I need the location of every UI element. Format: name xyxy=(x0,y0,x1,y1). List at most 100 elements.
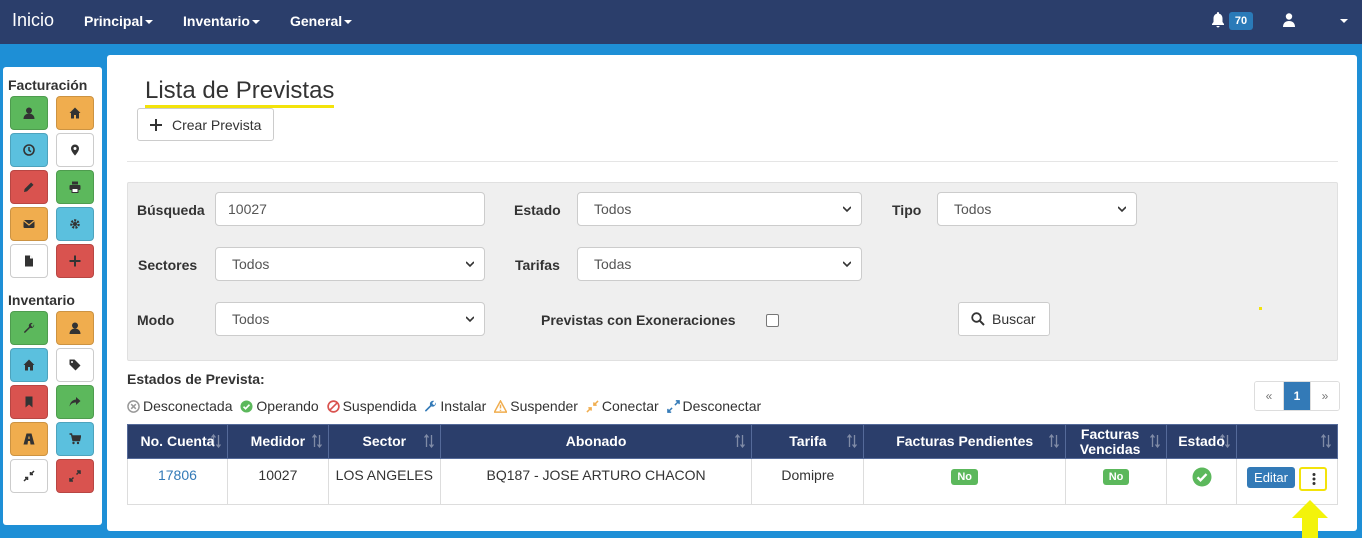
sectores-select[interactable]: Todos xyxy=(215,247,485,281)
sidebar-button-home[interactable] xyxy=(56,96,94,130)
tag-icon xyxy=(69,359,81,371)
pagination-page-1[interactable]: 1 xyxy=(1283,382,1311,410)
check-circle-icon xyxy=(1192,467,1212,487)
cuenta-link[interactable]: 17806 xyxy=(158,467,197,483)
pagination-prev[interactable]: « xyxy=(1255,382,1283,410)
sidebar-button-user[interactable] xyxy=(10,96,48,130)
chevron-down-icon xyxy=(1118,206,1126,213)
cell-abonado: BQ187 - JOSE ARTURO CHACON xyxy=(439,458,753,505)
cell-actions: Editar xyxy=(1236,458,1338,505)
sidebar-button-tag[interactable] xyxy=(56,348,94,382)
sidebar-button-map-marker[interactable] xyxy=(56,133,94,167)
caret-down-icon xyxy=(344,20,353,25)
sidebar-button-print[interactable] xyxy=(56,170,94,204)
sectores-label: Sectores xyxy=(138,257,198,273)
chevron-down-icon xyxy=(466,261,474,268)
column-header-cuenta[interactable]: No. Cuenta xyxy=(127,424,228,459)
warning-icon xyxy=(494,399,508,413)
bell-icon[interactable] xyxy=(1211,12,1225,28)
sort-icon xyxy=(423,434,434,448)
file-icon xyxy=(25,255,33,267)
chevron-down-icon xyxy=(466,316,474,323)
home-icon xyxy=(23,359,35,371)
table-row: 17806 10027 LOS ANGELES BQ187 - JOSE ART… xyxy=(127,458,1338,505)
estado-select[interactable]: Todos xyxy=(577,192,862,226)
sidebar-button-wrench[interactable] xyxy=(10,311,48,345)
edit-button[interactable]: Editar xyxy=(1247,467,1295,488)
sidebar-button-file[interactable] xyxy=(10,244,48,278)
sidebar-button-compress[interactable] xyxy=(10,459,48,493)
legend-item: Suspender xyxy=(494,398,578,414)
chevron-down-icon xyxy=(843,261,851,268)
sidebar-button-clock[interactable] xyxy=(10,133,48,167)
expand-icon xyxy=(666,399,680,413)
divider xyxy=(127,161,1338,162)
buscar-button[interactable]: Buscar xyxy=(958,302,1050,336)
sidebar-button-pencil[interactable] xyxy=(10,170,48,204)
highlight-arrow-icon xyxy=(1292,500,1328,538)
tipo-select[interactable]: Todos xyxy=(937,192,1137,226)
sort-icon xyxy=(1150,434,1161,448)
highlight-dot xyxy=(1259,307,1262,310)
sidebar-button-plus[interactable] xyxy=(56,244,94,278)
menu-inventario[interactable]: Inventario xyxy=(183,13,260,29)
legend-item: Desconectar xyxy=(666,398,761,414)
modo-select[interactable]: Todos xyxy=(215,302,485,336)
menu-principal[interactable]: Principal xyxy=(84,13,154,29)
sidebar-button-bookmark[interactable] xyxy=(10,385,48,419)
column-header-vencidas[interactable]: Facturas Vencidas xyxy=(1065,424,1168,459)
vencidas-badge: No xyxy=(1102,469,1130,485)
clock-icon xyxy=(23,144,35,156)
legend-title: Estados de Prevista: xyxy=(127,371,265,387)
main-panel: Lista de Previstas Crear Prevista Búsque… xyxy=(107,55,1357,531)
sidebar-button-expand[interactable] xyxy=(56,459,94,493)
cell-estado xyxy=(1166,458,1238,505)
busqueda-input[interactable]: 10027 xyxy=(215,192,485,226)
compress-icon xyxy=(23,470,35,482)
sort-icon xyxy=(1220,434,1231,448)
sidebar-button-user[interactable] xyxy=(56,311,94,345)
sort-icon xyxy=(311,434,322,448)
plus-icon xyxy=(69,255,81,267)
column-header-actions[interactable] xyxy=(1236,424,1338,459)
sidebar-button-road[interactable] xyxy=(10,422,48,456)
tarifas-label: Tarifas xyxy=(515,257,560,273)
sidebar-button-envelope[interactable] xyxy=(10,207,48,241)
notifications-badge[interactable]: 70 xyxy=(1229,12,1253,30)
sidebar-button-gear[interactable] xyxy=(56,207,94,241)
cell-vencidas: No xyxy=(1065,458,1168,505)
legend-item: Operando xyxy=(240,398,319,414)
chevron-down-icon xyxy=(843,206,851,213)
top-navbar: Inicio Principal Inventario General 70 xyxy=(0,0,1362,44)
user-icon[interactable] xyxy=(1283,13,1295,27)
ellipsis-vertical-icon xyxy=(1312,473,1316,485)
sort-icon xyxy=(1049,434,1060,448)
column-header-medidor[interactable]: Medidor xyxy=(226,424,329,459)
column-header-estado[interactable]: Estado xyxy=(1166,424,1238,459)
table-header-row: No. Cuenta Medidor Sector Abonado Tarifa… xyxy=(127,424,1338,459)
times-circle-icon xyxy=(127,399,140,413)
exoneraciones-checkbox[interactable] xyxy=(766,314,779,327)
column-header-tarifa[interactable]: Tarifa xyxy=(751,424,865,459)
sidebar-button-cart[interactable] xyxy=(56,422,94,456)
legend-item: Desconectada xyxy=(127,398,233,414)
filter-panel: Búsqueda 10027 Estado Todos Tipo Todos S… xyxy=(127,182,1338,361)
road-icon xyxy=(23,433,35,445)
column-header-abonado[interactable]: Abonado xyxy=(439,424,753,459)
sidebar-button-home[interactable] xyxy=(10,348,48,382)
sidebar-button-share[interactable] xyxy=(56,385,94,419)
user-menu-caret-icon[interactable] xyxy=(1340,19,1348,23)
column-header-pendientes[interactable]: Facturas Pendientes xyxy=(863,424,1067,459)
column-header-sector[interactable]: Sector xyxy=(327,424,441,459)
check-circle-icon xyxy=(240,399,253,413)
tarifas-select[interactable]: Todas xyxy=(577,247,862,281)
menu-general[interactable]: General xyxy=(290,13,353,29)
more-options-button[interactable] xyxy=(1299,467,1327,491)
home-icon xyxy=(69,107,81,119)
create-prevista-button[interactable]: Crear Prevista xyxy=(137,108,274,141)
legend-item: Conectar xyxy=(586,398,659,414)
brand-link[interactable]: Inicio xyxy=(12,10,54,31)
bookmark-icon xyxy=(25,396,33,408)
page-title: Lista de Previstas xyxy=(145,77,335,108)
pagination-next[interactable]: » xyxy=(1311,382,1339,410)
